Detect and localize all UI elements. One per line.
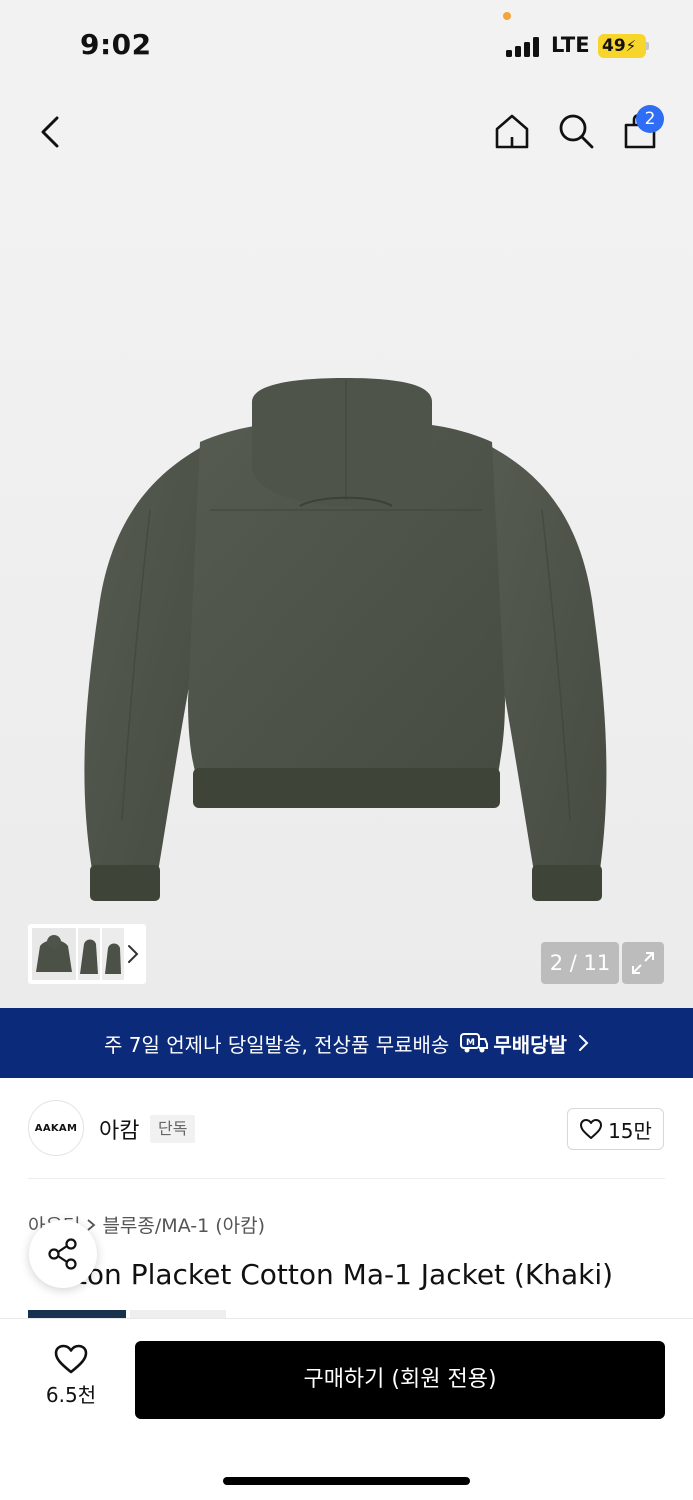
brand-name[interactable]: 아캄 xyxy=(99,1113,139,1145)
battery-cap xyxy=(646,42,649,50)
expand-icon xyxy=(632,952,654,974)
network-type: LTE xyxy=(551,33,590,57)
brand-row: AAKAM 아캄 단독 15만 xyxy=(0,1078,693,1178)
breadcrumb-subcategory[interactable]: 블루종/MA-1 (아캄) xyxy=(102,1211,265,1238)
chevron-right-icon xyxy=(578,1035,589,1051)
delivery-truck-icon: M xyxy=(460,1033,489,1053)
chevron-left-icon xyxy=(41,116,59,148)
brand-like-button[interactable]: 15만 xyxy=(567,1108,664,1150)
product-title-text: tton Placket Cotton Ma-1 Jacket (Khaki) xyxy=(64,1258,614,1291)
fullscreen-button[interactable] xyxy=(622,942,664,984)
heart-icon xyxy=(580,1119,603,1139)
exclusive-badge: 단독 xyxy=(150,1115,196,1143)
heart-icon xyxy=(54,1344,88,1374)
status-bar: 9:02 LTE 49⚡ xyxy=(0,0,693,90)
share-button[interactable] xyxy=(29,1220,97,1288)
divider xyxy=(28,1178,665,1179)
thumbnail-image xyxy=(102,928,124,980)
image-pager: 2 / 11 xyxy=(541,942,619,984)
bottom-action-bar: 6.5천 구매하기 (회원 전용) xyxy=(0,1318,693,1500)
share-icon xyxy=(48,1238,77,1270)
battery-level: 49 xyxy=(602,36,626,56)
shipping-promo-banner[interactable]: 주 7일 언제나 당일발송, 전상품 무료배송 M 무배당발 xyxy=(0,1008,693,1078)
brand-like-count: 15만 xyxy=(608,1118,652,1143)
product-title: Button Placket Cotton Ma-1 Jacket (Khaki… xyxy=(28,1258,613,1291)
home-icon xyxy=(495,114,529,149)
chevron-right-icon[interactable] xyxy=(126,944,140,964)
promo-brand: M 무배당발 xyxy=(459,1029,567,1058)
product-photo-jacket xyxy=(84,378,607,901)
thumbnail-image xyxy=(32,928,76,980)
buy-button[interactable]: 구매하기 (회원 전용) xyxy=(135,1341,665,1419)
search-button[interactable] xyxy=(553,108,599,154)
home-button[interactable] xyxy=(489,108,535,154)
thumbnail-image xyxy=(78,928,100,980)
product-image-gallery[interactable]: 2 / 11 xyxy=(0,180,693,1008)
svg-text:M: M xyxy=(466,1038,475,1048)
charging-bolt-icon: ⚡ xyxy=(625,37,637,55)
cellular-signal-icon xyxy=(506,37,539,57)
battery-icon: 49⚡ xyxy=(598,34,646,58)
promo-brand-label: 무배당발 xyxy=(493,1032,567,1057)
status-time: 9:02 xyxy=(80,28,152,61)
home-indicator xyxy=(223,1477,470,1485)
top-nav xyxy=(0,90,693,180)
wishlist-button[interactable]: 6.5천 xyxy=(28,1343,114,1419)
back-button[interactable] xyxy=(28,110,72,154)
privacy-indicator-dot xyxy=(503,12,511,20)
cart-count-badge: 2 xyxy=(636,105,664,133)
brand-logo[interactable]: AAKAM xyxy=(28,1100,84,1156)
chevron-right-icon xyxy=(87,1218,96,1231)
promo-text: 주 7일 언제나 당일발송, 전상품 무료배송 xyxy=(104,1032,450,1057)
wishlist-count: 6.5천 xyxy=(45,1383,97,1407)
search-icon xyxy=(559,114,594,149)
